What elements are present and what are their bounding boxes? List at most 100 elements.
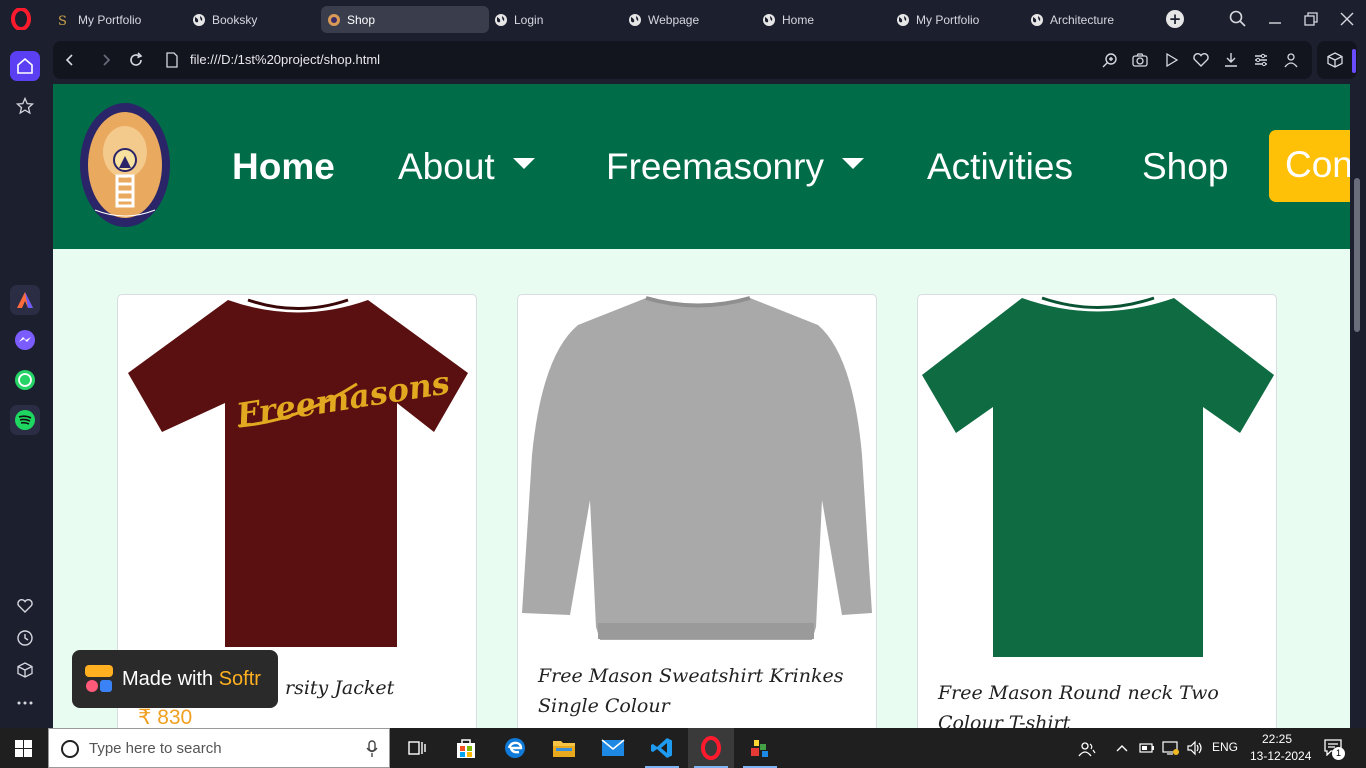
extensions-box[interactable] <box>1317 41 1357 79</box>
nav-home-link[interactable]: Home <box>232 146 335 188</box>
back-icon[interactable] <box>61 51 79 69</box>
opera-app[interactable] <box>688 728 734 768</box>
sidebar-bookmarks-button[interactable] <box>10 591 40 621</box>
new-tab-button[interactable]: + <box>1166 10 1184 28</box>
file-explorer-app[interactable] <box>541 728 587 768</box>
sidebar-speed-dial-button[interactable] <box>10 91 40 121</box>
nav-activities-link[interactable]: Activities <box>927 146 1073 188</box>
restore-icon[interactable] <box>1301 9 1321 29</box>
sidebar-extensions-button[interactable] <box>10 655 40 685</box>
minimize-icon[interactable] <box>1265 9 1285 29</box>
search-tabs-icon[interactable] <box>1228 9 1248 29</box>
softr-logo-icon <box>85 665 113 692</box>
tab-my-portfolio[interactable]: S My Portfolio <box>52 6 180 33</box>
windows-start-icon[interactable] <box>15 740 32 757</box>
task-view-button[interactable] <box>394 728 440 768</box>
made-with-softr-badge[interactable]: Made with Softr <box>72 650 278 708</box>
sidebar-history-button[interactable] <box>10 623 40 653</box>
portfolio-favicon-icon: S <box>58 14 67 27</box>
forward-icon[interactable] <box>97 51 115 69</box>
tab-label: Booksky <box>212 12 258 27</box>
taskbar-search-box[interactable]: Type here to search <box>48 728 390 768</box>
clock-icon <box>17 630 33 646</box>
nav-contact-button[interactable]: Con <box>1269 130 1350 202</box>
opera-logo-icon[interactable] <box>10 8 32 30</box>
folder-icon <box>553 741 575 757</box>
tab-home[interactable]: Home <box>756 6 884 33</box>
sidebar-whatsapp-button[interactable] <box>10 365 40 395</box>
browser-sidebar <box>0 38 50 728</box>
product-card[interactable]: Free Mason Round neck Two Colour T-shirt <box>917 294 1277 728</box>
tab-webpage[interactable]: Webpage <box>622 6 750 33</box>
sidebar-messenger-button[interactable] <box>10 325 40 355</box>
tab-label: Home <box>782 12 815 27</box>
product-title[interactable]: rsity Jacket <box>285 673 394 703</box>
softr-badge-text: Made with Softr <box>122 668 261 691</box>
browser-tab-strip: S My Portfolio Booksky Shop Login Webpag… <box>0 0 1366 38</box>
language-indicator[interactable]: ENG <box>1212 740 1238 754</box>
caret-down-icon <box>841 157 864 169</box>
cube-icon <box>17 662 33 678</box>
lodge-emblem-logo[interactable] <box>79 102 171 228</box>
sidebar-more-button[interactable] <box>10 688 40 718</box>
mail-app[interactable] <box>590 728 636 768</box>
page-scrollbar-thumb[interactable] <box>1354 178 1360 332</box>
microphone-icon[interactable] <box>365 740 379 758</box>
tab-booksky[interactable]: Booksky <box>186 6 314 33</box>
tab-architecture[interactable]: Architecture <box>1024 6 1152 33</box>
zoom-icon[interactable] <box>1101 51 1119 69</box>
tab-shop[interactable]: Shop <box>321 6 489 33</box>
easy-setup-icon[interactable] <box>1252 51 1270 69</box>
people-icon[interactable] <box>1078 740 1096 758</box>
game-app[interactable] <box>737 728 783 768</box>
microsoft-store-app[interactable] <box>443 728 489 768</box>
tab-label: Architecture <box>1050 12 1115 27</box>
messenger-icon <box>15 330 35 350</box>
volume-icon[interactable] <box>1186 740 1204 756</box>
close-window-icon[interactable] <box>1337 9 1357 29</box>
chevron-up-icon[interactable] <box>1115 742 1129 754</box>
search-placeholder: Type here to search <box>89 739 222 757</box>
tab-my-portfolio-2[interactable]: My Portfolio <box>890 6 1018 33</box>
spotify-icon <box>15 410 35 430</box>
address-bar: file:///D:/1st%20project/shop.html <box>53 41 1312 79</box>
mail-icon <box>601 739 625 756</box>
reload-icon[interactable] <box>127 51 145 69</box>
vscode-app[interactable] <box>639 728 685 768</box>
tab-label: Login <box>514 12 544 27</box>
sidebar-indicator <box>1352 49 1356 73</box>
globe-icon <box>495 13 507 26</box>
product-title[interactable]: Free Mason Sweatshirt Krinkes Single Col… <box>538 661 876 721</box>
home-icon <box>17 57 33 74</box>
nav-about-dropdown[interactable]: About <box>398 146 535 188</box>
clock-time[interactable]: 22:25 <box>1262 732 1292 746</box>
play-icon[interactable] <box>1162 51 1180 69</box>
tab-login[interactable]: Login <box>488 6 616 33</box>
nav-freemasonry-dropdown[interactable]: Freemasonry <box>606 146 864 188</box>
nav-shop-link[interactable]: Shop <box>1142 146 1228 188</box>
product-title[interactable]: Free Mason Round neck Two Colour T-shirt <box>938 678 1276 728</box>
maroon-tshirt-image: Freemasons <box>128 298 468 647</box>
heart-icon[interactable] <box>1192 51 1210 69</box>
star-icon <box>16 97 34 115</box>
notification-center-button[interactable]: 1 <box>1323 738 1345 760</box>
profile-icon[interactable] <box>1282 51 1300 69</box>
url-text[interactable]: file:///D:/1st%20project/shop.html <box>190 52 380 67</box>
camera-icon[interactable] <box>1131 51 1149 69</box>
network-icon[interactable] <box>1162 740 1180 756</box>
nav-freemasonry-label: Freemasonry <box>606 146 824 187</box>
cube-icon <box>1327 52 1343 68</box>
sidebar-aria-button[interactable] <box>10 285 40 315</box>
sidebar-home-button[interactable] <box>10 51 40 81</box>
colorful-blocks-icon <box>751 740 768 757</box>
task-view-icon <box>408 741 426 755</box>
download-icon[interactable] <box>1222 51 1240 69</box>
nav-about-label: About <box>398 146 495 187</box>
edge-app[interactable] <box>492 728 538 768</box>
battery-icon[interactable] <box>1139 741 1155 755</box>
sidebar-spotify-button[interactable] <box>10 405 40 435</box>
lodge-favicon-icon <box>328 13 340 26</box>
windows-taskbar: Type here to search ENG 22:25 13-12-2024… <box>0 728 1366 768</box>
product-card[interactable]: Free Mason Sweatshirt Krinkes Single Col… <box>517 294 877 728</box>
clock-date[interactable]: 13-12-2024 <box>1250 749 1311 763</box>
